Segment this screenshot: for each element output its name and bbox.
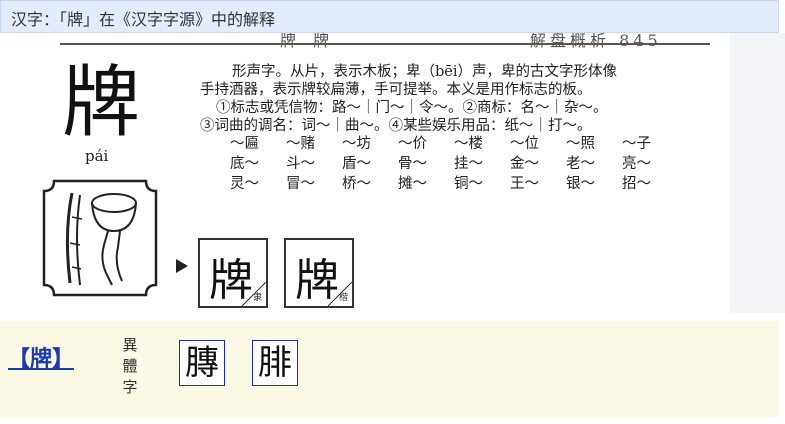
compound-word: ～楼: [454, 136, 483, 152]
word-row: 灵～ 冒～ 桥～ 摊～ 铜～ 王～ 银～ 招～: [200, 175, 710, 195]
definition-line: 形声字。从片，表示木板；卑（bēi）声，卑的古文字形体像: [232, 64, 617, 80]
compound-word: ～子: [622, 136, 651, 152]
definition-line: 手持酒器，表示牌较扁薄，手可提举。本义是用作标志的板。: [200, 82, 592, 98]
word-row: ～匾 ～赌 ～坊 ～价 ～楼 ～位 ～照 ～子: [200, 135, 710, 155]
compound-word: 银～: [566, 176, 595, 192]
variant-glyph-box[interactable]: 腓: [252, 340, 298, 386]
definition-line: ①标志或凭信物：路～｜门～｜令～。②商标：名～｜杂～。: [216, 100, 608, 116]
regular-script-box: 牌 楷: [284, 238, 354, 308]
compound-word: 亮～: [622, 156, 651, 172]
compound-word: 斗～: [286, 156, 315, 172]
definition-line: ③词曲的调名：词～｜曲～。④某些娱乐用品：纸～｜打～。: [200, 118, 592, 134]
variant-label-char: 異: [122, 336, 138, 354]
compound-word: 老～: [566, 156, 595, 172]
compound-word: 盾～: [342, 156, 371, 172]
title-bar: 汉字：「牌」在《汉字字源》中的解释: [0, 0, 779, 33]
right-panel: [730, 33, 785, 313]
word-row: 底～ 斗～ 盾～ 骨～ 挂～ 金～ 老～ 亮～: [200, 155, 710, 175]
variant-label: 異 體 字: [120, 335, 140, 398]
compound-word: 金～: [510, 156, 539, 172]
variant-heading-link[interactable]: 【牌】: [8, 341, 74, 373]
script-glyph: 牌: [295, 255, 339, 306]
arrow-right-icon: [176, 259, 188, 273]
compound-word: 冒～: [286, 176, 315, 192]
variant-label-char: 體: [122, 357, 138, 375]
header-fragment-right: 解盘概析 845: [530, 33, 662, 50]
script-caption: 楷: [338, 293, 348, 303]
compound-word: ～匾: [230, 136, 259, 152]
ancient-form-illustration: [42, 179, 158, 297]
compound-word: 桥～: [342, 176, 371, 192]
compound-word: 挂～: [454, 156, 483, 172]
compound-word: 铜～: [454, 176, 483, 192]
dictionary-scan-image: 牌 牌 解盘概析 845 牌 pái 形声字。从片，表示木板；卑（bēi）声，卑…: [0, 33, 730, 313]
definition-text: 形声字。从片，表示木板；卑（bēi）声，卑的古文字形体像 手持酒器，表示牌较扁薄…: [200, 63, 710, 195]
window-title: 汉字：「牌」在《汉字字源》中的解释: [11, 10, 276, 29]
compound-word: 骨～: [398, 156, 427, 172]
compound-word: ～赌: [286, 136, 315, 152]
compound-word: ～坊: [342, 136, 371, 152]
header-rule: [60, 43, 710, 45]
header-fragment-left: 牌 牌: [280, 33, 336, 50]
compound-word: ～价: [398, 136, 427, 152]
variant-characters-panel: 【牌】 異 體 字 膞 腓: [0, 321, 779, 417]
headword-pinyin: pái: [85, 147, 109, 165]
variant-glyph-box[interactable]: 膞: [179, 340, 225, 386]
compound-word: ～位: [510, 136, 539, 152]
script-glyph: 牌: [209, 255, 253, 306]
variant-label-char: 字: [122, 378, 138, 396]
compound-word: 底～: [230, 156, 259, 172]
compound-word: 摊～: [398, 176, 427, 192]
headword-character: 牌: [62, 58, 141, 148]
script-caption: 隶: [252, 293, 262, 303]
compound-word: ～照: [566, 136, 595, 152]
compound-word: 王～: [510, 176, 539, 192]
compound-word: 招～: [622, 176, 651, 192]
compound-word: 灵～: [230, 176, 259, 192]
clerical-script-box: 牌 隶: [198, 238, 268, 308]
